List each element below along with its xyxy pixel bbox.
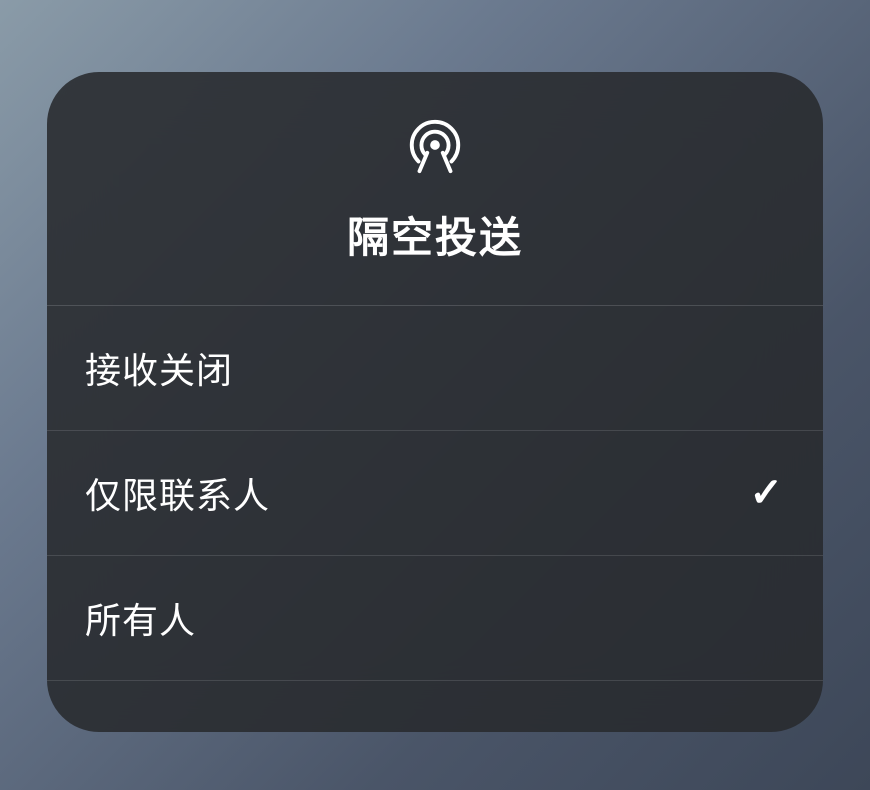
airdrop-title: 隔空投送 (347, 204, 523, 265)
option-receiving-off[interactable]: 接收关闭 ✓ (47, 306, 823, 431)
option-label: 接收关闭 (85, 342, 233, 394)
checkmark-icon: ✓ (749, 473, 783, 513)
airdrop-panel: 隔空投送 接收关闭 ✓ 仅限联系人 ✓ 所有人 ✓ (47, 72, 823, 732)
airdrop-icon (404, 114, 466, 176)
option-everyone[interactable]: 所有人 ✓ (47, 556, 823, 681)
option-contacts-only[interactable]: 仅限联系人 ✓ (47, 431, 823, 556)
airdrop-header: 隔空投送 (47, 72, 823, 306)
option-label: 所有人 (85, 592, 196, 644)
option-label: 仅限联系人 (85, 467, 270, 519)
